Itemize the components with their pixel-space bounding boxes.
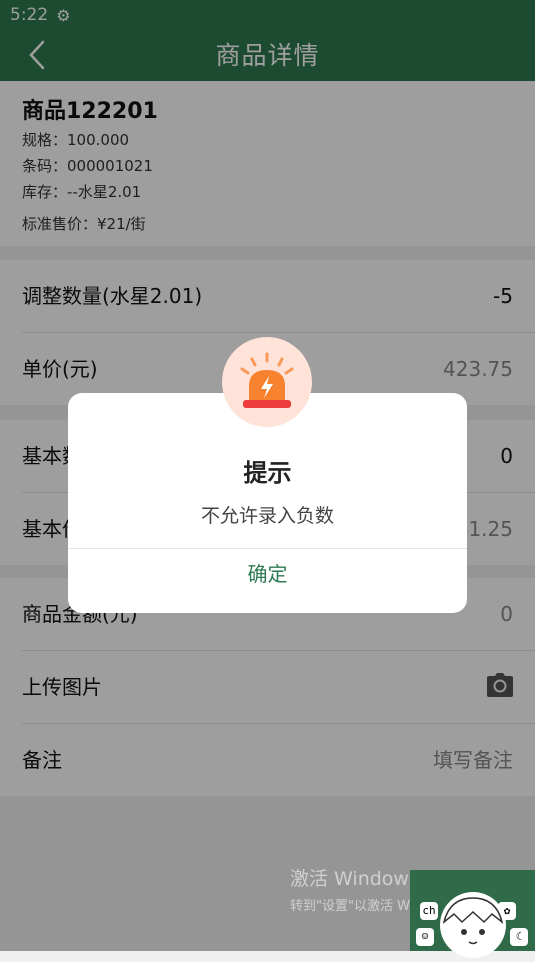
mascot-avatar: [440, 892, 506, 958]
dialog-title: 提示: [243, 459, 292, 487]
moon-icon[interactable]: ☾: [510, 928, 528, 946]
alarm-icon: [222, 337, 312, 427]
confirm-button[interactable]: 确定: [68, 549, 467, 613]
ime-key-ch[interactable]: ch: [420, 902, 438, 920]
dialog-message: 不允许录入负数: [200, 505, 334, 527]
face-key-icon[interactable]: ☺: [416, 928, 434, 946]
mascot-widget[interactable]: ch ✿ ☺ ☾: [410, 870, 535, 958]
